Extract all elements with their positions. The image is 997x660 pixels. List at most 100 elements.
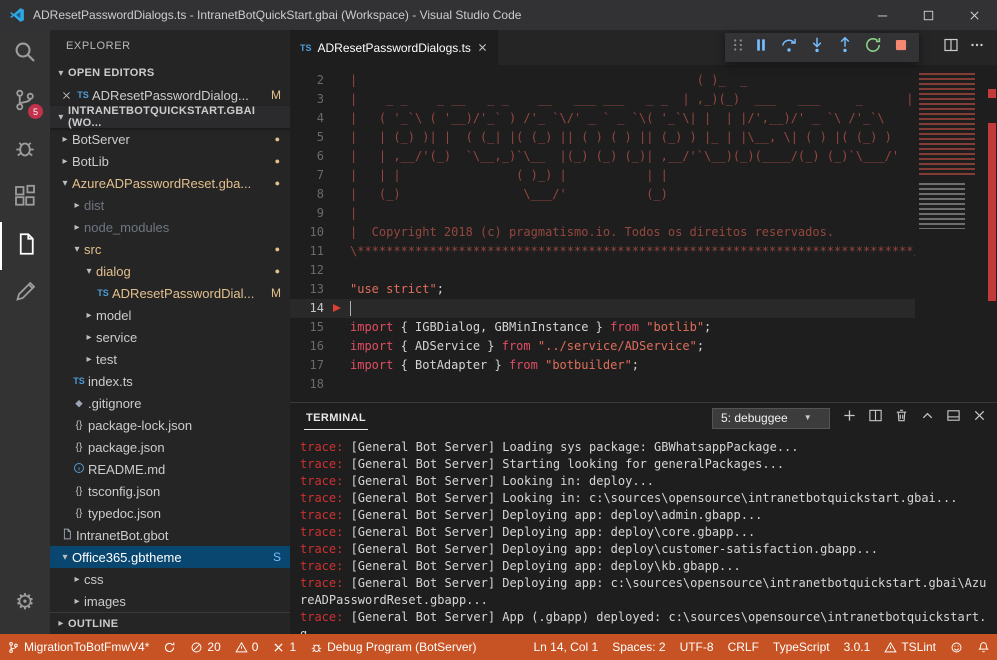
chevron-right-icon[interactable]: ▸: [82, 332, 96, 343]
status-encoding[interactable]: UTF-8: [673, 634, 721, 660]
tree-item-css[interactable]: ▸css: [50, 568, 290, 590]
tree-item-index-ts[interactable]: TSindex.ts: [50, 370, 290, 392]
chevron-right-icon[interactable]: ▸: [58, 134, 72, 145]
glyph-margin[interactable]: [328, 375, 350, 394]
glyph-margin[interactable]: [328, 90, 350, 109]
chevron-down-icon[interactable]: ▾: [58, 552, 72, 563]
open-editors-header[interactable]: ▾ OPEN EDITORS: [50, 62, 290, 84]
chevron-right-icon[interactable]: ▸: [70, 222, 84, 233]
tree-item-office365-gbtheme[interactable]: ▾Office365.gbthemeS: [50, 546, 290, 568]
status-debug-session[interactable]: Debug Program (BotServer): [303, 634, 483, 660]
activity-item-gear[interactable]: ⚙: [0, 578, 50, 626]
chevron-right-icon[interactable]: ▸: [58, 156, 72, 167]
chevron-down-icon[interactable]: ▾: [70, 244, 84, 255]
chevron-right-icon[interactable]: ▸: [70, 574, 84, 585]
glyph-margin[interactable]: [328, 280, 350, 299]
close-button[interactable]: [951, 0, 997, 30]
tree-item-package-lock-json[interactable]: {}package-lock.json: [50, 414, 290, 436]
glyph-margin[interactable]: [328, 147, 350, 166]
tree-item-service[interactable]: ▸service: [50, 326, 290, 348]
step-over-button[interactable]: [776, 35, 802, 61]
status-notifications[interactable]: [970, 634, 997, 660]
glyph-margin[interactable]: [328, 109, 350, 128]
more-button[interactable]: [969, 37, 985, 58]
stop-button[interactable]: [888, 35, 914, 61]
glyph-margin[interactable]: [328, 71, 350, 90]
status-ts-version[interactable]: 3.0.1: [837, 634, 878, 660]
terminal-chevron-up-button[interactable]: [920, 408, 935, 428]
chevron-right-icon[interactable]: ▸: [70, 596, 84, 607]
code-editor[interactable]: 2| ( )_ _ |3| _ _ _ __ _ _ __ ___ ___ _ …: [290, 65, 997, 402]
close-editor-icon[interactable]: [58, 90, 74, 101]
step-out-button[interactable]: [832, 35, 858, 61]
terminal-selector[interactable]: 5: debuggee ▼: [712, 408, 830, 429]
glyph-margin[interactable]: [328, 185, 350, 204]
glyph-margin[interactable]: [328, 128, 350, 147]
tree-item-tsconfig-json[interactable]: {}tsconfig.json: [50, 480, 290, 502]
activity-item-edit[interactable]: [0, 270, 50, 318]
restart-button[interactable]: [860, 35, 886, 61]
glyph-margin[interactable]: [328, 223, 350, 242]
status-errors[interactable]: 20: [183, 634, 227, 660]
status-indentation[interactable]: Spaces: 2: [605, 634, 672, 660]
tree-item-gitignore[interactable]: ◆.gitignore: [50, 392, 290, 414]
outline-header[interactable]: ▸ OUTLINE: [50, 612, 290, 634]
tree-item-model[interactable]: ▸model: [50, 304, 290, 326]
chevron-down-icon[interactable]: ▾: [58, 178, 72, 189]
chevron-right-icon[interactable]: ▸: [82, 310, 96, 321]
tree-item-test[interactable]: ▸test: [50, 348, 290, 370]
tree-item-azureadpasswordreset-gba[interactable]: ▾AzureADPasswordReset.gba...●: [50, 172, 290, 194]
status-git-branch[interactable]: MigrationToBotFmwV4*: [0, 634, 156, 660]
glyph-margin[interactable]: [328, 318, 350, 337]
status-cursor-position[interactable]: Ln 14, Col 1: [526, 634, 605, 660]
tree-item-dist[interactable]: ▸dist: [50, 194, 290, 216]
glyph-margin[interactable]: [328, 166, 350, 185]
activity-item-source-control[interactable]: 5: [0, 78, 50, 126]
terminal-panel-button[interactable]: [946, 408, 961, 428]
terminal-close-button[interactable]: [972, 408, 987, 428]
glyph-margin[interactable]: [328, 261, 350, 280]
tab-close-icon[interactable]: [477, 42, 488, 53]
chevron-right-icon[interactable]: ▸: [82, 354, 96, 365]
tree-item-adresetpassworddial[interactable]: TSADResetPasswordDial...M: [50, 282, 290, 304]
step-into-button[interactable]: [804, 35, 830, 61]
tree-item-package-json[interactable]: {}package.json: [50, 436, 290, 458]
tree-item-dialog[interactable]: ▾dialog●: [50, 260, 290, 282]
tree-item-intranetbot-gbot[interactable]: IntranetBot.gbot: [50, 524, 290, 546]
tree-item-node-modules[interactable]: ▸node_modules: [50, 216, 290, 238]
workspace-header[interactable]: ▾ INTRANETBOTQUICKSTART.GBAI (WO...: [50, 106, 290, 128]
status-language-mode[interactable]: TypeScript: [766, 634, 837, 660]
glyph-margin[interactable]: [328, 356, 350, 375]
chevron-right-icon[interactable]: ▸: [70, 200, 84, 211]
tab-adresetpassworddialogs[interactable]: TS ADResetPasswordDialogs.ts: [290, 30, 498, 65]
terminal-plus-button[interactable]: [842, 408, 857, 428]
tree-item-images[interactable]: ▸images: [50, 590, 290, 612]
chevron-down-icon[interactable]: ▾: [82, 266, 96, 277]
activity-item-search[interactable]: [0, 30, 50, 78]
tree-item-typedoc-json[interactable]: {}typedoc.json: [50, 502, 290, 524]
terminal-split-editor-button[interactable]: [868, 408, 883, 428]
maximize-button[interactable]: [905, 0, 951, 30]
status-tool-count[interactable]: 1: [265, 634, 303, 660]
glyph-margin[interactable]: [328, 204, 350, 223]
minimap[interactable]: [915, 65, 987, 402]
status-feedback[interactable]: [943, 634, 970, 660]
status-warnings[interactable]: 0: [228, 634, 266, 660]
glyph-margin[interactable]: [328, 337, 350, 356]
status-eol[interactable]: CRLF: [721, 634, 766, 660]
overview-ruler[interactable]: [987, 65, 997, 402]
status-sync[interactable]: [156, 634, 183, 660]
tree-item-src[interactable]: ▾src●: [50, 238, 290, 260]
split-editor-button[interactable]: [943, 37, 959, 58]
open-editor-adresetpassworddialog[interactable]: TSADResetPasswordDialog...M: [50, 84, 290, 106]
tree-item-botlib[interactable]: ▸BotLib●: [50, 150, 290, 172]
terminal-output[interactable]: trace: [General Bot Server] Loading sys …: [290, 433, 997, 634]
tree-item-botserver[interactable]: ▸BotServer●: [50, 128, 290, 150]
pause-button[interactable]: [748, 35, 774, 61]
glyph-margin[interactable]: [328, 299, 350, 318]
activity-item-debug[interactable]: [0, 126, 50, 174]
minimize-button[interactable]: [859, 0, 905, 30]
glyph-margin[interactable]: [328, 242, 350, 261]
activity-item-extensions[interactable]: [0, 174, 50, 222]
activity-item-files[interactable]: [0, 222, 50, 270]
